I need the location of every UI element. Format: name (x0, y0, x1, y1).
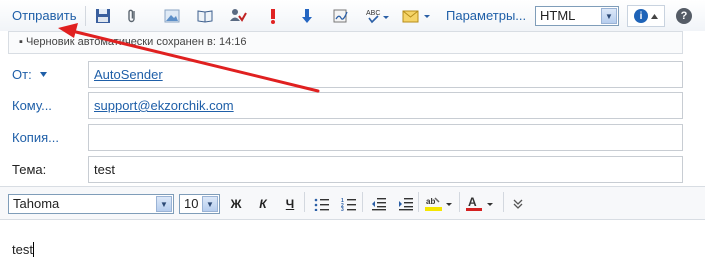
annotation-arrow-line (70, 29, 320, 93)
annotation-arrow-head (58, 23, 78, 38)
annotation-arrow (58, 23, 320, 93)
